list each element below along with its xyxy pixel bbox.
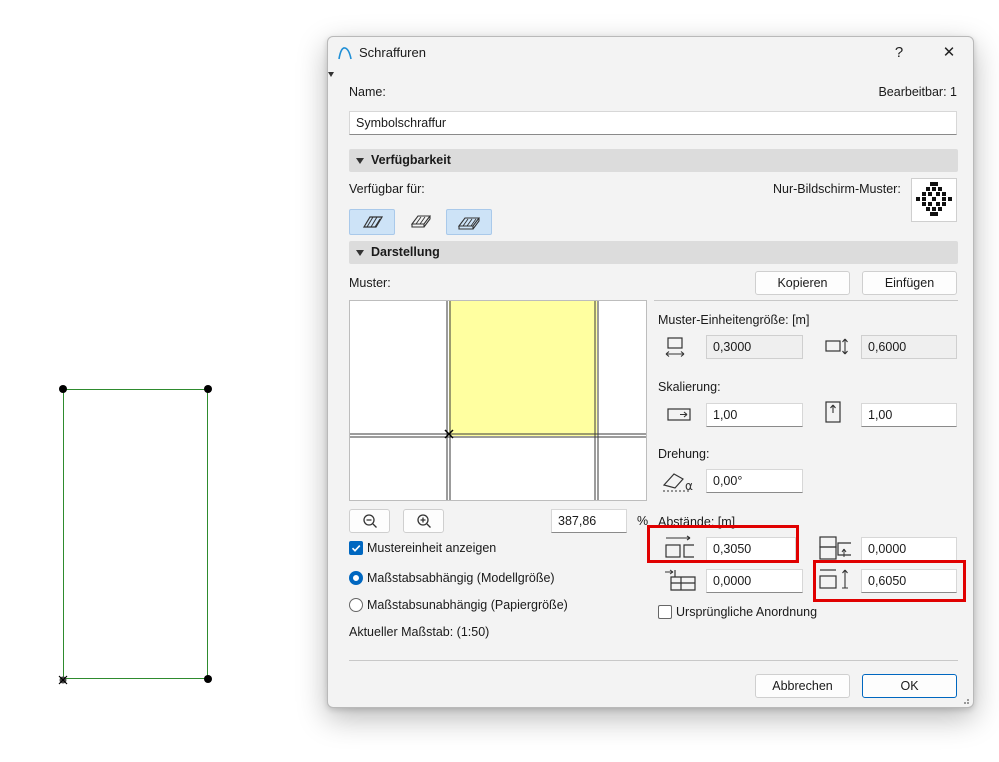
show-unit-checkbox[interactable] — [349, 541, 363, 555]
dialog-title: Schraffuren — [359, 45, 426, 60]
rotation-icon: α — [661, 468, 699, 494]
zoom-out-icon — [362, 514, 377, 528]
editable-label: Bearbeitbar: 1 — [878, 85, 957, 99]
available-for-label: Verfügbar für: — [349, 182, 425, 196]
scale-dependent-label[interactable]: Maßstabsabhängig (Modellgröße) — [367, 571, 555, 585]
hatch-cut-fill-icon — [410, 215, 432, 228]
copy-button[interactable]: Kopieren — [755, 271, 850, 295]
zoom-field[interactable]: 387,86 — [551, 509, 627, 533]
scale-independent-label[interactable]: Maßstabsunabhängig (Papiergröße) — [367, 598, 568, 612]
rectangle-handle-top-right[interactable] — [204, 385, 212, 393]
unit-width-icon — [662, 335, 688, 359]
drawing-canvas[interactable] — [0, 0, 325, 762]
hatch-dialog: Schraffuren ? ✕ Name: Bearbeitbar: 1 Sym… — [327, 36, 974, 708]
scale-y-icon — [820, 400, 846, 424]
divider — [654, 300, 958, 301]
display-section-title: Darstellung — [371, 245, 440, 259]
original-arrangement-label[interactable]: Ursprüngliche Anordnung — [676, 605, 817, 619]
unit-size-label: Muster-Einheitengröße: [m] — [658, 313, 810, 327]
unit-width-field: 0,3000 — [706, 335, 803, 359]
toggle-drafting-hatch[interactable] — [349, 209, 395, 235]
scale-dependent-radio[interactable] — [349, 571, 363, 585]
footer-divider — [349, 660, 958, 661]
collapse-triangle-icon — [356, 250, 364, 256]
ok-button[interactable]: OK — [862, 674, 957, 698]
cancel-button[interactable]: Abbrechen — [755, 674, 850, 698]
zoom-out-button[interactable] — [349, 509, 390, 533]
title-bar[interactable]: Schraffuren ? ✕ — [328, 37, 973, 69]
hatch-cover-fill-icon — [457, 217, 481, 230]
hatch-drafting-icon — [362, 216, 384, 228]
spacing-offset-x-icon — [663, 568, 697, 594]
zoom-in-icon — [416, 514, 431, 528]
rotation-label: Drehung: — [658, 447, 710, 461]
pattern-unit-highlight — [449, 301, 597, 436]
toggle-cut-fill-hatch[interactable] — [398, 209, 444, 235]
pattern-label: Muster: — [349, 276, 391, 290]
drawn-rectangle[interactable] — [63, 389, 208, 679]
toggle-cover-fill-hatch[interactable] — [446, 209, 492, 235]
collapse-marker-icon — [328, 72, 334, 77]
paste-button[interactable]: Einfügen — [862, 271, 957, 295]
spacing-offset-y-field[interactable]: 0,0000 — [861, 537, 957, 561]
original-arrangement-checkbox[interactable] — [658, 605, 672, 619]
display-section-header[interactable]: Darstellung — [349, 241, 958, 264]
help-button[interactable]: ? — [879, 41, 919, 65]
unit-height-icon — [823, 335, 849, 359]
pattern-preview[interactable] — [349, 300, 647, 501]
scale-x-field[interactable]: 1,00 — [706, 403, 803, 427]
resize-grip-icon[interactable] — [960, 694, 970, 704]
availability-section-header[interactable]: Verfügbarkeit — [349, 149, 958, 172]
rotation-field[interactable]: 0,00° — [706, 469, 803, 493]
name-field[interactable]: Symbolschraffur — [349, 111, 957, 135]
current-scale-label: Aktueller Maßstab: (1:50) — [349, 625, 490, 639]
name-label: Name: — [349, 85, 386, 99]
availability-section-title: Verfügbarkeit — [371, 153, 451, 167]
spacing-offset-x-field[interactable]: 0,0000 — [706, 569, 803, 593]
app-logo-icon — [337, 45, 353, 61]
show-unit-label[interactable]: Mustereinheit anzeigen — [367, 541, 496, 555]
highlight-spacing-horizontal — [647, 525, 799, 563]
scale-independent-radio[interactable] — [349, 598, 363, 612]
screen-only-pattern-label: Nur-Bildschirm-Muster: — [773, 182, 901, 196]
scaling-label: Skalierung: — [658, 380, 721, 394]
spacing-offset-y-icon — [818, 535, 852, 561]
scale-x-icon — [666, 403, 692, 427]
rectangle-handle-bottom-right[interactable] — [204, 675, 212, 683]
checkmark-icon — [351, 545, 361, 552]
scale-y-field[interactable]: 1,00 — [861, 403, 957, 427]
screen-only-pattern-preview[interactable] — [911, 178, 957, 222]
unit-height-field: 0,6000 — [861, 335, 957, 359]
highlight-spacing-vertical — [813, 560, 966, 602]
svg-text:α: α — [685, 479, 693, 493]
zoom-in-button[interactable] — [403, 509, 444, 533]
rectangle-handle-bottom-left[interactable] — [58, 674, 68, 685]
close-button[interactable]: ✕ — [929, 41, 969, 65]
collapse-triangle-icon — [356, 158, 364, 164]
rectangle-handle-top-left[interactable] — [59, 385, 67, 393]
